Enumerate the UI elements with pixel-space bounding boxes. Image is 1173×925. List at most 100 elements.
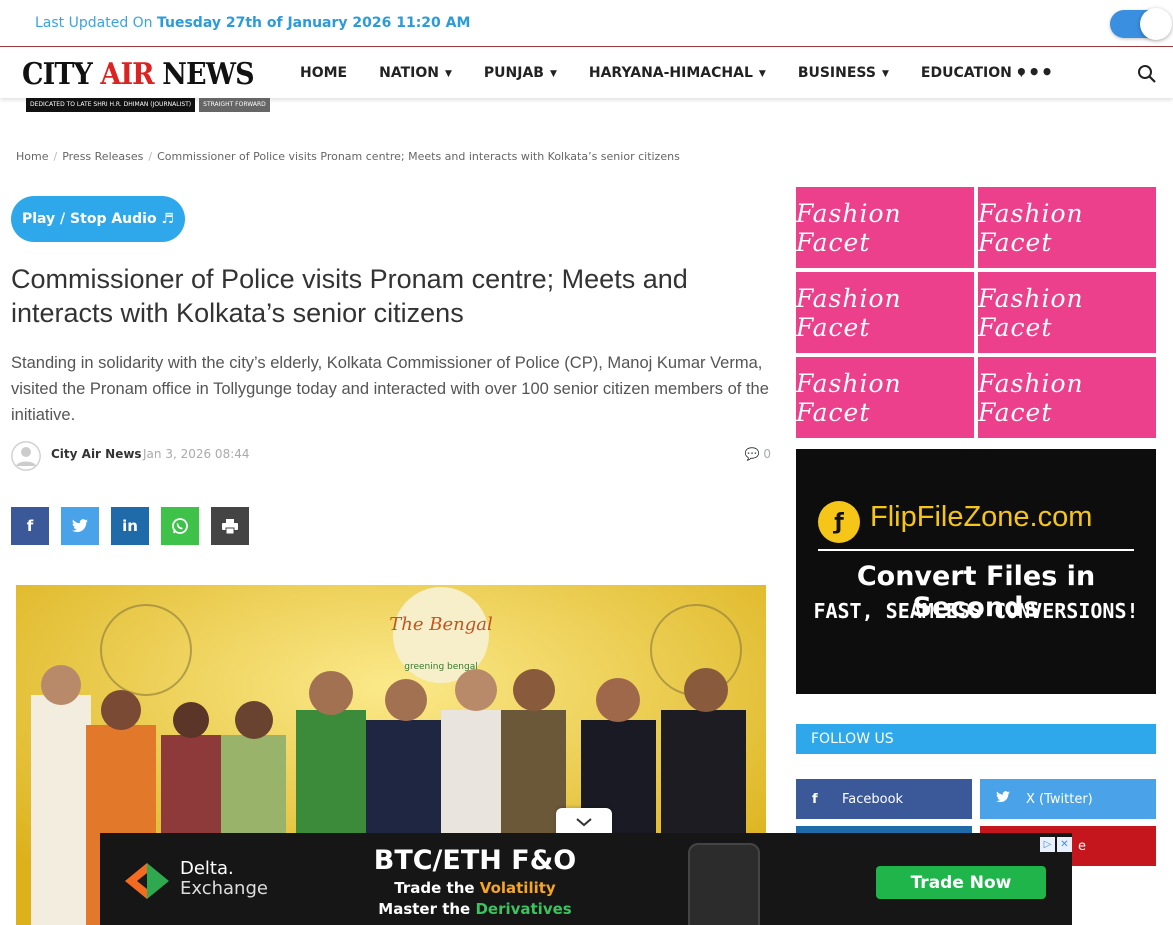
logo-strip: DEDICATED TO LATE SHRI H.R. DHIMAN (JOUR… — [26, 98, 270, 112]
article-lead: Standing in solidarity with the city’s e… — [11, 354, 769, 424]
share-twitter-button[interactable] — [61, 507, 99, 545]
fashion-facet-ad[interactable]: Fashion Facet — [978, 357, 1156, 438]
fashion-facet-ad[interactable]: Fashion Facet — [796, 187, 974, 268]
bottom-sticky-ad[interactable]: Delta. Exchange BTC/ETH F&O Trade the Vo… — [100, 833, 1072, 925]
ad-line2-highlight: Derivatives — [475, 900, 572, 918]
breadcrumb-current: Commissioner of Police visits Pronam cen… — [157, 150, 680, 163]
follow-twitter-button[interactable]: X (Twitter) — [980, 779, 1156, 819]
follow-facebook-button[interactable]: f Facebook — [796, 779, 972, 819]
nav-item-haryana-himachal[interactable]: HARYANA-HIMACHAL ▼ — [589, 65, 766, 81]
publish-date: Jan 3, 2026 08:44 — [143, 447, 250, 461]
logo-news: NEWS — [162, 57, 254, 92]
linkedin-icon: in — [122, 517, 138, 535]
play-audio-button[interactable]: Play / Stop Audio ♬ — [11, 196, 185, 242]
nav-item-education[interactable]: EDUCATION ▼ — [921, 65, 1025, 81]
ad-close-icon[interactable]: ✕ — [1057, 837, 1072, 852]
photo-banner-sub: greening bengal — [404, 662, 477, 672]
chevron-down-icon — [576, 818, 592, 827]
follow-label: e — [1078, 838, 1086, 854]
facebook-icon: f — [26, 517, 34, 535]
search-icon[interactable] — [1137, 64, 1157, 84]
logo-tagline: STRAIGHT FORWARD — [199, 98, 270, 112]
phone-mockup — [688, 843, 760, 925]
site-logo[interactable]: CITY AIR NEWS DEDICATED TO LATE SHRI H.R… — [22, 58, 284, 118]
ad-line1: Trade the Volatility — [350, 879, 600, 897]
follow-label: X (Twitter) — [1026, 791, 1093, 807]
nav-item-nation[interactable]: NATION ▼ — [379, 65, 452, 81]
flipfilezone-subline: FAST, SEAMLESS CONVERSIONS! — [813, 599, 1139, 623]
fashion-facet-ad[interactable]: Fashion Facet — [978, 187, 1156, 268]
collapse-ad-tab[interactable] — [556, 808, 612, 836]
fashion-facet-ad[interactable]: Fashion Facet — [978, 272, 1156, 353]
caret-down-icon: ▼ — [881, 69, 889, 79]
flipfilezone-site: FlipFileZone.com — [870, 501, 1093, 533]
follow-label: Facebook — [842, 791, 904, 807]
ad-headline: BTC/ETH F&O — [373, 845, 577, 876]
nav-item-label: HOME — [300, 65, 348, 81]
logo-text: CITY AIR NEWS — [22, 58, 258, 92]
caret-down-icon: ▼ — [549, 69, 557, 79]
print-icon — [222, 518, 238, 534]
print-button[interactable] — [211, 507, 249, 545]
more-menu-icon[interactable]: ••• — [1015, 60, 1053, 84]
author-name[interactable]: City Air News — [51, 447, 142, 461]
nav-item-label: HARYANA-HIMACHAL — [588, 65, 753, 81]
delta-brand-line2: Exchange — [180, 878, 268, 899]
ad-line2-prefix: Master the — [378, 900, 476, 918]
nav-item-label: BUSINESS — [797, 65, 876, 81]
breadcrumb-home[interactable]: Home — [16, 150, 48, 163]
main-navbar: CITY AIR NEWS DEDICATED TO LATE SHRI H.R… — [0, 48, 1173, 112]
divider — [818, 549, 1134, 551]
author-avatar[interactable] — [11, 441, 41, 471]
dark-mode-toggle[interactable] — [1110, 8, 1172, 40]
article-title: Commissioner of Police visits Pronam cen… — [11, 264, 688, 328]
whatsapp-icon — [172, 518, 188, 534]
nav-item-punjab[interactable]: PUNJAB ▼ — [484, 65, 557, 81]
share-facebook-button[interactable]: f — [11, 507, 49, 545]
logo-air: AIR — [100, 57, 154, 92]
follow-us-title: FOLLOW US — [796, 724, 1156, 754]
top-bar: Last Updated On Tuesday 27th of January … — [0, 0, 1173, 47]
breadcrumb: Home / Press Releases / Commissioner of Poli… — [16, 150, 680, 163]
twitter-icon — [996, 791, 1016, 807]
nav-item-home[interactable]: HOME — [300, 65, 347, 81]
last-updated: Last Updated On Tuesday 27th of January … — [35, 15, 470, 31]
nav-item-business[interactable]: BUSINESS ▼ — [798, 65, 889, 81]
fashion-facet-ad[interactable]: Fashion Facet — [796, 357, 974, 438]
article-meta: City Air News Jan 3, 2026 08:44 💬 0 — [11, 441, 771, 471]
flipfilezone-ad[interactable]: ƒ FlipFileZone.com Convert Files in Seco… — [796, 449, 1156, 694]
logo-city: CITY — [22, 57, 93, 92]
nav-item-label: PUNJAB — [483, 65, 544, 81]
facebook-icon: f — [812, 791, 818, 807]
user-icon — [11, 441, 41, 471]
nav-item-label: NATION — [379, 65, 439, 81]
flipfilezone-logo-icon: ƒ — [818, 501, 860, 543]
ad-line1-highlight: Volatility — [479, 879, 556, 897]
caret-down-icon: ▼ — [758, 69, 766, 79]
caret-down-icon: ▼ — [444, 69, 452, 79]
share-buttons: f in — [11, 507, 249, 545]
comment-count-value: 0 — [763, 447, 771, 461]
fashion-ad-grid: Fashion Facet Fashion Facet Fashion Face… — [796, 187, 1156, 438]
ad-choices: ▷ ✕ — [1040, 837, 1072, 852]
photo-banner-text: The Bengal — [389, 614, 493, 635]
share-linkedin-button[interactable]: in — [111, 507, 149, 545]
nav-item-label: EDUCATION — [920, 65, 1012, 81]
toggle-knob — [1140, 8, 1172, 40]
last-updated-value: Tuesday 27th of January 2026 11:20 AM — [157, 15, 471, 31]
nav-menu: HOME NATION ▼ PUNJAB ▼ HARYANA-HIMACHAL ▼ B… — [300, 65, 1057, 81]
last-updated-prefix: Last Updated On — [35, 15, 153, 31]
breadcrumb-separator: / — [148, 150, 153, 163]
breadcrumb-separator: / — [53, 150, 58, 163]
delta-brand: Delta. Exchange — [180, 859, 268, 899]
fashion-facet-ad[interactable]: Fashion Facet — [796, 272, 974, 353]
ad-info-icon[interactable]: ▷ — [1040, 837, 1055, 852]
share-whatsapp-button[interactable] — [161, 507, 199, 545]
delta-logo-icon — [125, 863, 169, 899]
trade-now-button[interactable]: Trade Now — [876, 866, 1046, 899]
twitter-icon — [72, 519, 88, 533]
ad-line1-prefix: Trade the — [394, 879, 480, 897]
logo-dedication: DEDICATED TO LATE SHRI H.R. DHIMAN (JOUR… — [26, 98, 196, 112]
comment-count[interactable]: 💬 0 — [745, 447, 771, 461]
breadcrumb-section[interactable]: Press Releases — [62, 150, 143, 163]
